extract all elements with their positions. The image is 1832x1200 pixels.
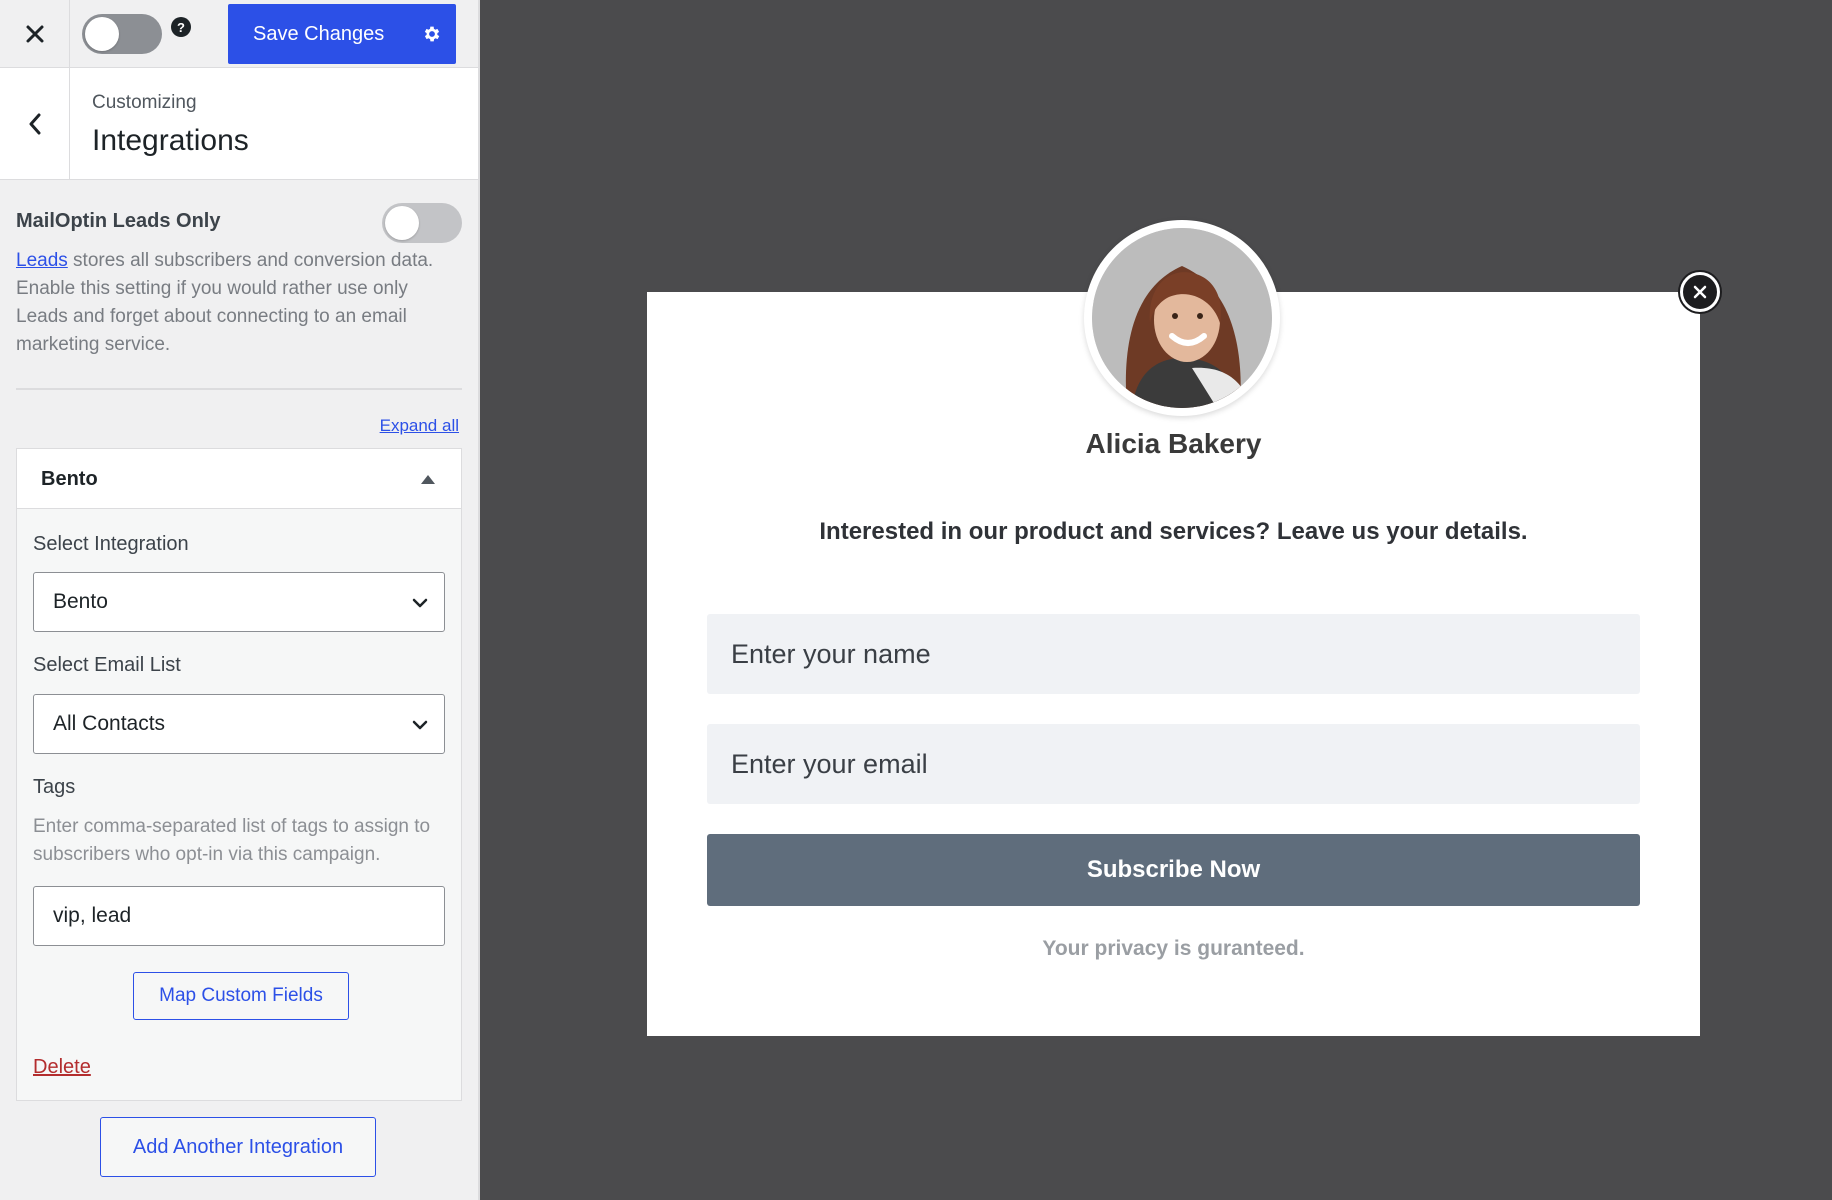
leads-only-label: MailOptin Leads Only (16, 210, 221, 232)
help-symbol: ? (177, 19, 185, 35)
optin-email-field[interactable]: Enter your email (707, 724, 1640, 804)
select-integration-dropdown[interactable]: Bento (33, 572, 445, 632)
avatar (1084, 220, 1280, 416)
popup-close-button[interactable] (1680, 272, 1720, 312)
gear-icon (424, 26, 440, 42)
customizer-sidebar: ? Save Changes Customizing Integrations … (0, 0, 480, 1200)
select-email-list-dropdown[interactable]: All Contacts (33, 694, 445, 754)
customizer-header: ? Save Changes (0, 0, 478, 68)
save-settings-button[interactable] (408, 4, 456, 64)
save-changes-label: Save Changes (253, 22, 385, 45)
select-email-list-value: All Contacts (53, 712, 166, 735)
integration-panel-header[interactable]: Bento (17, 449, 461, 509)
section-context: Customizing (92, 92, 197, 113)
section-header: Customizing Integrations (0, 68, 478, 180)
tags-help-text: Enter comma-separated list of tags to as… (33, 816, 431, 865)
save-changes-button[interactable]: Save Changes (228, 4, 456, 64)
select-integration-label: Select Integration (33, 533, 189, 555)
chevron-down-icon (412, 598, 428, 608)
toggle-knob (385, 206, 419, 240)
optin-description: Interested in our product and services? … (819, 518, 1528, 545)
subscribe-button[interactable]: Subscribe Now (707, 834, 1640, 906)
delete-integration-link[interactable]: Delete (33, 1056, 91, 1079)
optin-privacy-note: Your privacy is guranteed. (1042, 937, 1305, 960)
divider (16, 388, 462, 390)
leads-only-toggle[interactable] (382, 203, 462, 243)
leads-description: Leads stores all subscribers and convers… (16, 247, 456, 359)
close-customizer-button[interactable] (0, 0, 70, 68)
avatar-portrait (1092, 228, 1272, 408)
avatar-image (1092, 228, 1272, 408)
expand-all-link[interactable]: Expand all (380, 416, 459, 436)
back-chevron-icon (29, 113, 40, 135)
toggle-knob (85, 17, 119, 51)
back-button[interactable] (0, 68, 70, 180)
integration-panel-title: Bento (41, 468, 98, 490)
section-title: Integrations (92, 124, 249, 157)
leads-link[interactable]: Leads (16, 250, 68, 271)
add-another-integration-button[interactable]: Add Another Integration (100, 1117, 376, 1177)
campaign-activation-toggle[interactable] (82, 14, 162, 54)
integration-panel: Bento Select Integration Bento Select Em… (16, 448, 462, 1101)
optin-headline: Alicia Bakery (1085, 428, 1262, 459)
select-email-list-label: Select Email List (33, 654, 181, 676)
map-custom-fields-button[interactable]: Map Custom Fields (133, 972, 349, 1020)
select-integration-value: Bento (53, 590, 108, 613)
caret-up-icon (421, 475, 435, 484)
optin-name-field[interactable]: Enter your name (707, 614, 1640, 694)
tags-label: Tags (33, 776, 76, 798)
help-icon[interactable]: ? (171, 17, 191, 37)
close-icon (26, 25, 43, 43)
leads-description-text: stores all subscribers and conversion da… (16, 250, 434, 355)
chevron-down-icon (412, 720, 428, 730)
popup-close-icon (1693, 285, 1707, 299)
tags-input[interactable]: vip, lead (33, 886, 445, 946)
